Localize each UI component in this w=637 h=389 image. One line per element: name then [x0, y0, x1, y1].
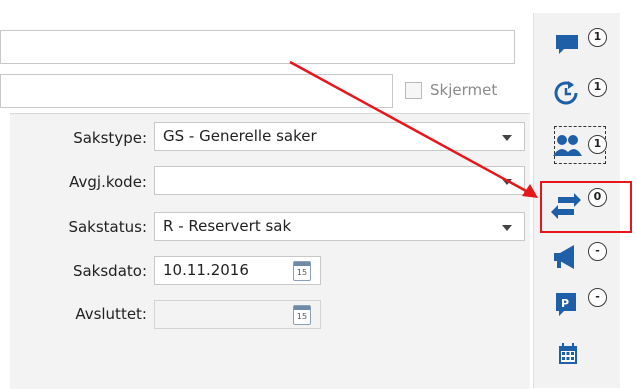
- annotation-arrow: [289, 60, 538, 198]
